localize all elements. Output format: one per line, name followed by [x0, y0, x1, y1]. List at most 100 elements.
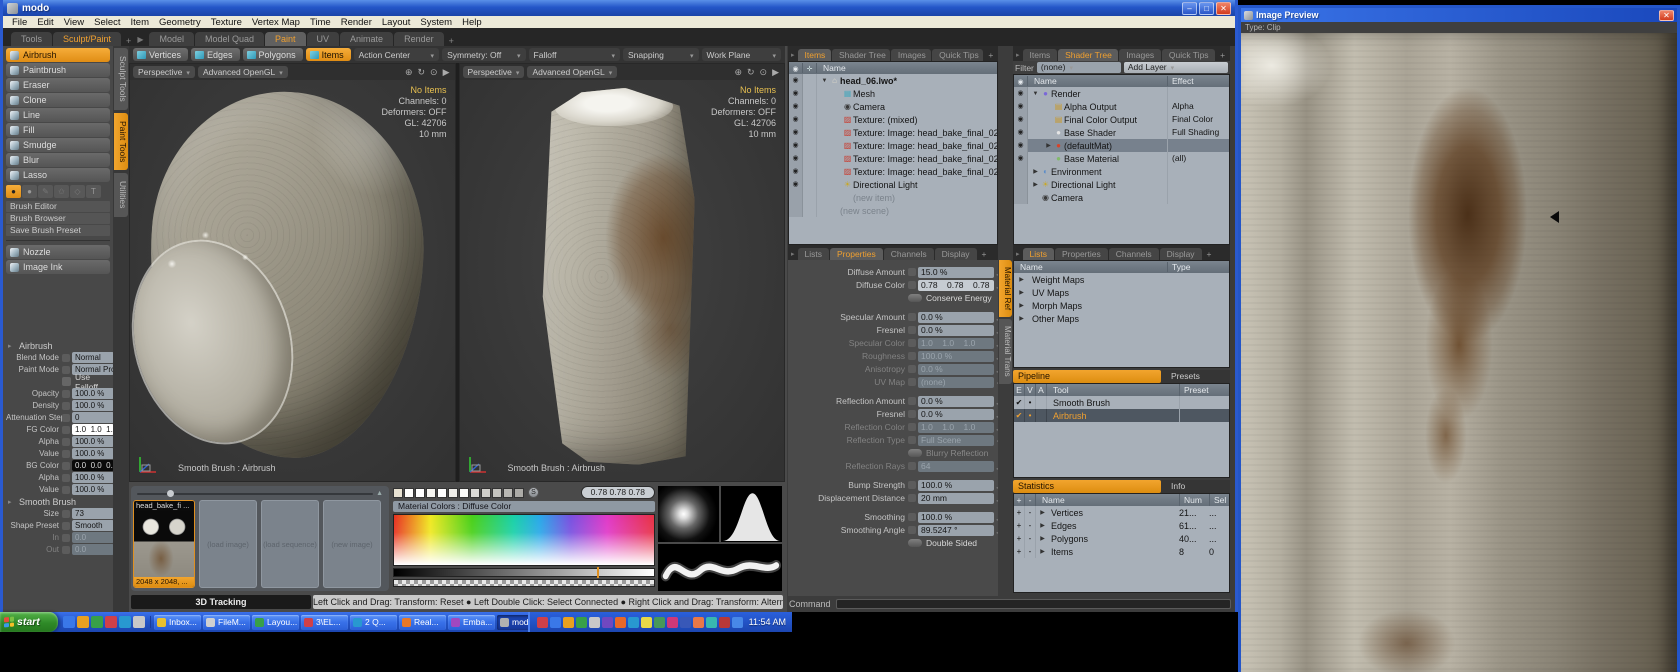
item-row[interactable]: ◉ Camera	[789, 100, 997, 113]
shader-row[interactable]: ▼ ● Render	[1014, 87, 1229, 100]
expander-icon[interactable]: ▶	[1038, 535, 1047, 542]
brush-tip-button[interactable]: T	[86, 185, 101, 198]
envelope-button[interactable]	[908, 410, 916, 418]
menu-item[interactable]: Texture	[206, 17, 247, 28]
color-swatch[interactable]	[514, 488, 524, 498]
layout-tab[interactable]: Paint	[265, 32, 306, 46]
envelope-button[interactable]	[62, 462, 70, 470]
selection-mode-button[interactable]: Items	[306, 48, 351, 61]
pin-cell[interactable]	[803, 191, 817, 204]
visible-dot-icon[interactable]: •	[1025, 409, 1036, 422]
shader-effect[interactable]	[1167, 191, 1229, 204]
shader-effect[interactable]	[1167, 139, 1229, 152]
menu-item[interactable]: File	[7, 17, 32, 28]
item-label[interactable]: Texture: Image: head_bake_final_02d (4)	[853, 141, 997, 151]
item-row[interactable]: ▨ Texture: Image: head_bake_final_02d (5…	[789, 152, 997, 165]
panel-tab[interactable]: +	[984, 49, 997, 61]
panel-tab[interactable]: Items	[1023, 49, 1058, 61]
collapse-minus-button[interactable]: -	[1025, 545, 1036, 558]
tray-icon[interactable]	[550, 617, 561, 628]
property-field[interactable]: 0.0	[72, 544, 114, 555]
spinner-icon[interactable]	[994, 489, 998, 507]
pin-cell[interactable]	[803, 100, 817, 113]
layout-tab[interactable]: Tools	[11, 32, 52, 46]
tab-scroll-arrow-icon[interactable]: ▸	[790, 51, 798, 61]
tool-button[interactable]: Smudge	[6, 138, 110, 152]
auto-cell[interactable]	[1036, 409, 1047, 422]
saturation-button[interactable]: S	[528, 487, 539, 498]
shader-row[interactable]: ● Base Material (all)	[1014, 152, 1229, 165]
task-button[interactable]: Real...	[399, 615, 446, 630]
eye-icon[interactable]	[789, 152, 803, 165]
tray-icon[interactable]	[667, 617, 678, 628]
pin-cell[interactable]	[803, 165, 817, 178]
expander-icon[interactable]: ▶	[1031, 168, 1040, 175]
statistics-row[interactable]: + - ▶ Items 8 0	[1014, 545, 1229, 558]
expander-icon[interactable]: ▼	[820, 78, 829, 84]
tool-button[interactable]: Paintbrush	[6, 63, 110, 77]
tab-scroll-arrow-icon[interactable]: ▸	[1015, 250, 1023, 260]
map-list-label[interactable]: Morph Maps	[1026, 301, 1229, 311]
task-button[interactable]: Emba...	[448, 615, 495, 630]
tray-icon[interactable]	[654, 617, 665, 628]
image-thumbnail[interactable]: (load sequence) (load sequence)	[261, 500, 319, 588]
viewport-3d[interactable]: Perspective Advanced OpenGL ⊕ ↻ ⊙ ▶	[459, 63, 786, 482]
material-side-tab[interactable]: Material Ref	[999, 260, 1012, 317]
expander-icon[interactable]: ▶	[1017, 289, 1026, 296]
property-field[interactable]: 100.0 %	[918, 480, 994, 491]
item-row[interactable]: ▨ Texture: Image: head_bake_final_02d (6…	[789, 165, 997, 178]
pipeline-title[interactable]: Pipeline	[1013, 370, 1161, 383]
property-field[interactable]: 0.0	[72, 532, 114, 543]
panel-tab[interactable]: Shader Tree	[1058, 49, 1118, 61]
property-field[interactable]: 0.0 %	[918, 325, 994, 336]
envelope-button[interactable]	[62, 450, 70, 458]
menu-item[interactable]: Layout	[377, 17, 416, 28]
item-label[interactable]: head_06.lwo*	[840, 76, 997, 86]
pan-icon[interactable]: ⊕	[405, 67, 413, 78]
item-label[interactable]: (new item)	[853, 193, 997, 203]
quick-launch-icon[interactable]	[133, 616, 145, 628]
item-label[interactable]: Texture: (mixed)	[853, 115, 997, 125]
property-field[interactable]: 15.0 %	[918, 267, 994, 278]
envelope-button[interactable]	[62, 390, 70, 398]
eye-icon[interactable]	[1014, 100, 1028, 113]
layout-tab[interactable]: Render	[394, 32, 444, 46]
shader-row[interactable]: ▤ Alpha Output Alpha	[1014, 100, 1229, 113]
toolbar-dropdown[interactable]: Symmetry: Off	[442, 48, 525, 61]
item-row[interactable]: ▨ Texture: Image: head_bake_final_02d (3…	[789, 126, 997, 139]
task-button[interactable]: modo	[497, 615, 528, 630]
property-field[interactable]: 0.78 0.78 0.78	[918, 280, 994, 291]
color-swatch[interactable]	[470, 488, 480, 498]
zoom-icon[interactable]: ⊙	[430, 67, 438, 78]
statistics-title[interactable]: Statistics	[1013, 480, 1161, 493]
property-field[interactable]: 64	[918, 461, 994, 472]
quick-launch-icon[interactable]	[105, 616, 117, 628]
close-button[interactable]: ✕	[1659, 10, 1674, 21]
eye-icon[interactable]	[1014, 191, 1028, 204]
start-button[interactable]: start	[0, 612, 58, 632]
tray-icon[interactable]	[732, 617, 743, 628]
checkbox[interactable]	[62, 377, 71, 386]
statistics-row[interactable]: + - ▶ Edges 61... ...	[1014, 519, 1229, 532]
checkbox[interactable]	[908, 449, 922, 457]
expander-icon[interactable]: ▶	[1017, 302, 1026, 309]
envelope-button[interactable]	[62, 474, 70, 482]
menu-item[interactable]: Geometry	[154, 17, 206, 28]
tool-button[interactable]: Fill	[6, 123, 110, 137]
envelope-button[interactable]	[908, 436, 916, 444]
hue-saturation-gradient[interactable]	[393, 514, 655, 566]
collapse-minus-button[interactable]: -	[1025, 519, 1036, 532]
toolbar-dropdown[interactable]: Action Center	[354, 48, 439, 61]
tray-icon[interactable]	[693, 617, 704, 628]
shader-row[interactable]: ▶ ☀ Directional Light	[1014, 178, 1229, 191]
property-field[interactable]: Full Scene	[918, 435, 994, 446]
layout-tab[interactable]: Animate	[340, 32, 393, 46]
eye-icon[interactable]	[789, 139, 803, 152]
stone-mesh-object[interactable]	[137, 83, 434, 466]
image-thumbnail[interactable]: head_bake_fi ... 2048 x 2048, ... head_b…	[133, 500, 195, 588]
checkbox[interactable]	[908, 294, 922, 302]
enable-check-icon[interactable]: ✔	[1014, 396, 1025, 409]
panel-tab[interactable]: Channels	[884, 248, 934, 260]
task-button[interactable]: FileM...	[203, 615, 250, 630]
color-swatch[interactable]	[459, 488, 469, 498]
